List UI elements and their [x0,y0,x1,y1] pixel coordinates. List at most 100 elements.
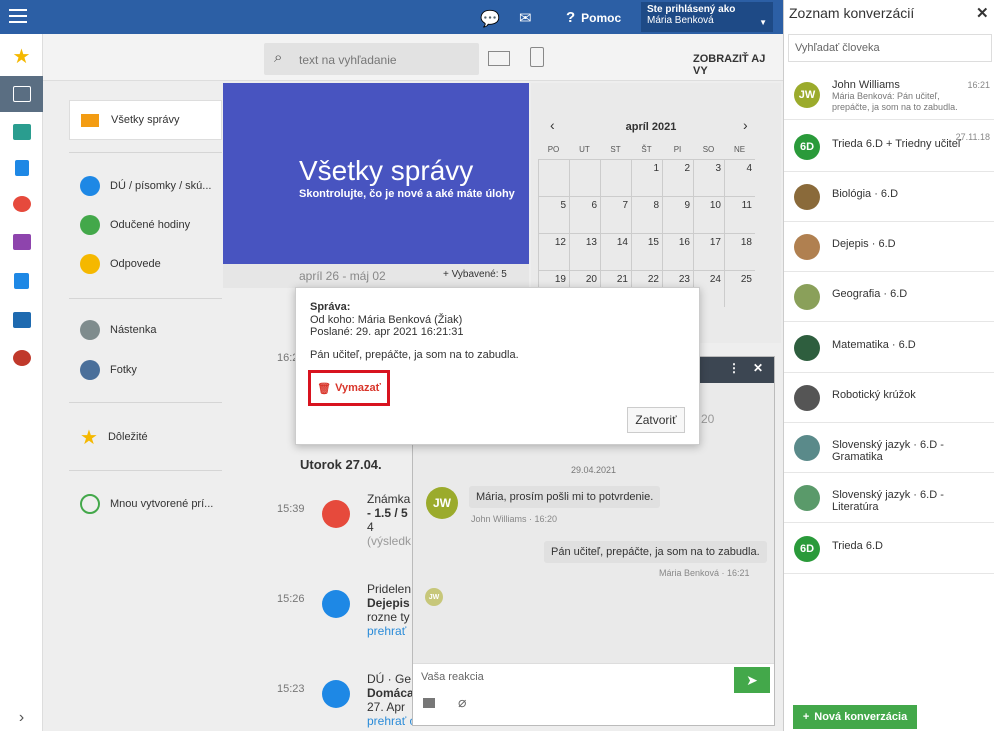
rail-home[interactable] [0,114,43,150]
rail-favorites[interactable]: ★ [0,38,43,74]
user-menu[interactable]: Ste prihlásený ako Mária Benková ▼ [641,2,773,32]
nav-important[interactable]: ★ Dôležité [69,417,222,457]
send-button[interactable]: ➤ [734,667,770,693]
date-range: apríl 26 - máj 02 [299,269,386,283]
plus-icon: + [802,711,810,723]
calendar-day[interactable]: 7 [600,196,631,233]
conversation-item[interactable]: Dejepis · 6.D [784,222,994,272]
calendar-day[interactable]: 13 [569,233,600,270]
calendar-day[interactable]: 12 [538,233,569,270]
search-icon: ⌕ [274,49,283,66]
nav-created-by-me[interactable]: Mnou vytvorené prí... [69,484,222,524]
nav-label: Fotky [110,364,137,376]
feed-item-text: Dejepis [367,596,410,610]
rail-library[interactable] [0,302,43,338]
conversation-item[interactable]: 6D Trieda 6.D + Triedny učiteľ 27.11.18 [784,122,994,172]
feed-item-text[interactable]: prehrať [367,624,412,638]
calendar-day[interactable]: 10 [693,196,724,233]
conversation-item[interactable]: Geografia · 6.D [784,272,994,322]
calendar-day[interactable]: 17 [693,233,724,270]
calendar-day[interactable]: 15 [631,233,662,270]
calendar-day[interactable]: 9 [662,196,693,233]
feed-item-icon [322,590,350,618]
conversation-item[interactable]: JW John Williams Mária Benková: Pán učiteľ… [784,70,994,120]
new-conversation-button[interactable]: + Nová konverzácia [793,705,917,729]
close-icon[interactable]: ✕ [976,4,989,22]
calendar-day[interactable]: 1 [631,159,662,196]
attach-icon[interactable]: ⌀ [458,694,466,711]
menu-icon[interactable] [9,9,27,23]
rail-homework[interactable] [0,150,43,186]
rail-stats[interactable] [0,263,43,299]
next-month-icon[interactable]: › [743,117,748,133]
divider [69,152,222,153]
nav-all-messages[interactable]: Všetky správy [69,100,222,140]
book-icon [14,160,29,176]
calendar-day[interactable]: 18 [724,233,755,270]
weekday-label: ŠT [641,145,652,154]
help-link[interactable]: ? Pomoc [566,9,621,26]
more-icon[interactable]: ⋮ [728,361,740,375]
avatar: 6D [794,134,820,160]
chevron-down-icon: ▼ [759,18,767,27]
clipboard-icon[interactable] [530,47,544,67]
page-title: Všetky správy [299,155,474,186]
conversation-item[interactable]: Robotický krúžok [784,373,994,423]
page-subtitle: Skontrolujte, čo je nové a aké máte úloh… [299,188,515,200]
calendar-day[interactable] [538,159,569,196]
calendar-day[interactable]: 25 [724,270,755,307]
conversation-item[interactable]: Slovenský jazyk · 6.D - Gramatika [784,423,994,473]
conversation-time: 27.11.18 [955,132,990,142]
rail-chat[interactable] [0,340,43,376]
lessons-icon [80,215,100,235]
calendar-day[interactable] [600,159,631,196]
calendar-day[interactable]: 2 [662,159,693,196]
chat-date: 29.04.2021 [570,465,617,475]
calendar-day[interactable]: 3 [693,159,724,196]
feed-item-text: Známka [367,492,411,506]
nav-answers[interactable]: Odpovede [69,244,222,284]
show-also-button[interactable]: ZOBRAZIŤ AJ VY [693,53,783,77]
image-icon[interactable] [423,698,435,708]
calendar-day[interactable]: 11 [724,196,755,233]
envelope-icon [12,86,31,102]
rail-messages[interactable] [0,76,43,112]
conversation-item[interactable]: Matematika · 6.D [784,323,994,373]
chat-input[interactable]: Vaša reakcia [421,671,484,683]
conversation-item[interactable]: Biológia · 6.D [784,172,994,222]
rail-grades[interactable] [0,186,43,222]
calendar-day[interactable]: 5 [538,196,569,233]
mail-icon[interactable]: ✉ [519,9,532,27]
calendar-day[interactable]: 16 [662,233,693,270]
nav-board[interactable]: Nástenka [69,310,222,350]
divider [69,298,222,299]
conversation-name: John Williams [832,79,900,91]
board-icon [80,320,100,340]
feed-item-text: rozne ty [367,610,410,624]
avatar [794,335,820,361]
delete-button[interactable]: 🗑 Vymazať [308,370,390,406]
close-icon[interactable]: ✕ [753,361,763,375]
person-search-input[interactable]: Vyhľadať človeka [788,34,992,62]
avatar [794,385,820,411]
calendar-day[interactable]: 6 [569,196,600,233]
nav-photos[interactable]: Fotky [69,350,222,390]
conversation-name: Trieda 6.D [832,540,883,552]
conversation-item[interactable]: 6D Trieda 6.D [784,524,994,574]
calendar-day[interactable]: 14 [600,233,631,270]
nav-homework[interactable]: DÚ / písomky / skú... [69,166,222,206]
nav-lessons[interactable]: Odučené hodiny [69,205,222,245]
compose-mail-icon[interactable] [488,51,510,66]
feed-item-text[interactable]: prehrať online [367,714,412,728]
feed-item-text: (výsledk [367,534,412,548]
chat-icon[interactable]: 💬 [480,9,500,29]
rail-lessons[interactable] [0,224,43,260]
conversation-name: Slovenský jazyk · 6.D - Literatúra [832,489,944,513]
calendar-day[interactable] [569,159,600,196]
close-button[interactable]: Zatvoriť [627,407,685,433]
search-input[interactable]: ⌕ text na vyhľadanie [264,43,479,75]
calendar-day[interactable]: 8 [631,196,662,233]
selected-count[interactable]: + Vybavené: 5 [443,269,507,280]
calendar-day[interactable]: 4 [724,159,755,196]
conversation-item[interactable]: Slovenský jazyk · 6.D - Literatúra [784,473,994,523]
